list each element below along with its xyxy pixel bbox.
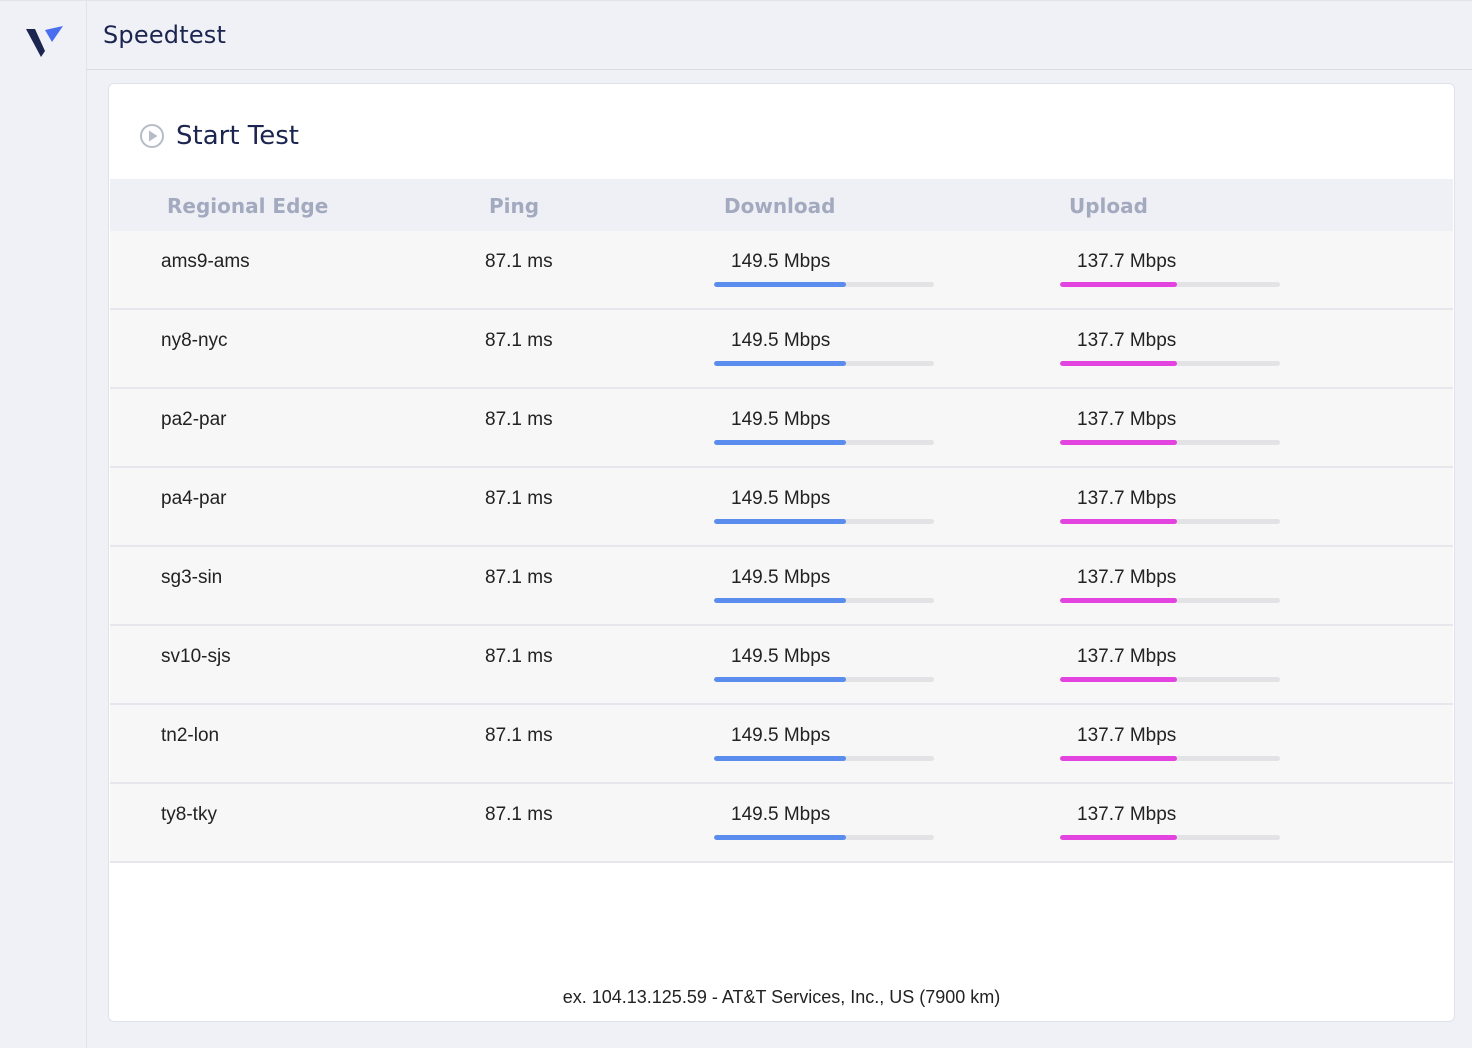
upload-progress-bar-fill bbox=[1060, 440, 1177, 445]
download-value: 149.5 Mbps bbox=[731, 488, 831, 509]
page-title: Speedtest bbox=[103, 21, 227, 49]
download-value: 149.5 Mbps bbox=[731, 330, 831, 351]
upload-progress-bar-fill bbox=[1060, 519, 1177, 524]
table-row: tn2-lon 87.1 ms 149.5 Mbps 137.7 Mbps bbox=[110, 705, 1453, 784]
upload-value: 137.7 Mbps bbox=[1077, 251, 1177, 272]
edge-name: pa2-par bbox=[161, 409, 227, 430]
top-bar: Speedtest bbox=[87, 0, 1472, 70]
upload-progress-bar bbox=[1060, 440, 1280, 445]
edge-name: sg3-sin bbox=[161, 567, 223, 588]
header-ping: Ping bbox=[489, 194, 540, 218]
download-progress-bar-fill bbox=[714, 361, 846, 366]
download-progress-bar-fill bbox=[714, 677, 846, 682]
upload-progress-bar-fill bbox=[1060, 361, 1177, 366]
download-value: 149.5 Mbps bbox=[731, 804, 831, 825]
start-test-button[interactable]: Start Test bbox=[139, 120, 299, 152]
download-value: 149.5 Mbps bbox=[731, 725, 831, 746]
ping-value: 87.1 ms bbox=[485, 488, 553, 509]
upload-progress-bar bbox=[1060, 756, 1280, 761]
upload-value: 137.7 Mbps bbox=[1077, 488, 1177, 509]
download-progress-bar bbox=[714, 677, 934, 682]
play-circle-icon bbox=[140, 124, 164, 148]
download-progress-bar bbox=[714, 361, 934, 366]
download-progress-bar bbox=[714, 282, 934, 287]
table-row: pa4-par 87.1 ms 149.5 Mbps 137.7 Mbps bbox=[110, 468, 1453, 547]
ping-value: 87.1 ms bbox=[485, 646, 553, 667]
edge-name: tn2-lon bbox=[161, 725, 220, 746]
table-row: ty8-tky 87.1 ms 149.5 Mbps 137.7 Mbps bbox=[110, 784, 1453, 863]
download-value: 149.5 Mbps bbox=[731, 646, 831, 667]
download-progress-bar bbox=[714, 440, 934, 445]
ping-value: 87.1 ms bbox=[485, 251, 553, 272]
speedtest-card: Start Test Regional Edge Ping Download U… bbox=[108, 83, 1455, 1022]
download-value: 149.5 Mbps bbox=[731, 251, 831, 272]
header-download: Download bbox=[724, 194, 836, 218]
table-row: sv10-sjs 87.1 ms 149.5 Mbps 137.7 Mbps bbox=[110, 626, 1453, 705]
download-progress-bar bbox=[714, 756, 934, 761]
header-upload: Upload bbox=[1069, 194, 1148, 218]
upload-progress-bar-fill bbox=[1060, 282, 1177, 287]
ping-value: 87.1 ms bbox=[485, 725, 553, 746]
upload-value: 137.7 Mbps bbox=[1077, 330, 1177, 351]
download-progress-bar-fill bbox=[714, 598, 846, 603]
download-value: 149.5 Mbps bbox=[731, 567, 831, 588]
edge-name: ny8-nyc bbox=[161, 330, 228, 351]
ping-value: 87.1 ms bbox=[485, 330, 553, 351]
download-value: 149.5 Mbps bbox=[731, 409, 831, 430]
download-progress-bar bbox=[714, 835, 934, 840]
table-header: Regional Edge Ping Download Upload bbox=[110, 179, 1453, 231]
download-progress-bar bbox=[714, 598, 934, 603]
app-root: Speedtest Start Test Regional Edge Ping … bbox=[0, 0, 1472, 1048]
download-progress-bar-fill bbox=[714, 440, 846, 445]
download-progress-bar bbox=[714, 519, 934, 524]
upload-value: 137.7 Mbps bbox=[1077, 409, 1177, 430]
upload-progress-bar bbox=[1060, 598, 1280, 603]
sidebar bbox=[0, 0, 87, 1048]
upload-progress-bar bbox=[1060, 361, 1280, 366]
edge-name: ty8-tky bbox=[161, 804, 217, 825]
upload-value: 137.7 Mbps bbox=[1077, 725, 1177, 746]
download-progress-bar-fill bbox=[714, 282, 846, 287]
table-row: sg3-sin 87.1 ms 149.5 Mbps 137.7 Mbps bbox=[110, 547, 1453, 626]
table-row: pa2-par 87.1 ms 149.5 Mbps 137.7 Mbps bbox=[110, 389, 1453, 468]
upload-progress-bar-fill bbox=[1060, 677, 1177, 682]
table-row: ams9-ams 87.1 ms 149.5 Mbps 137.7 Mbps bbox=[110, 231, 1453, 310]
ping-value: 87.1 ms bbox=[485, 567, 553, 588]
header-regional-edge: Regional Edge bbox=[167, 194, 329, 218]
upload-value: 137.7 Mbps bbox=[1077, 804, 1177, 825]
upload-progress-bar-fill bbox=[1060, 598, 1177, 603]
edge-name: sv10-sjs bbox=[161, 646, 231, 667]
upload-value: 137.7 Mbps bbox=[1077, 567, 1177, 588]
download-progress-bar-fill bbox=[714, 835, 846, 840]
edge-name: ams9-ams bbox=[161, 251, 250, 272]
download-progress-bar-fill bbox=[714, 519, 846, 524]
upload-progress-bar bbox=[1060, 677, 1280, 682]
download-progress-bar-fill bbox=[714, 756, 846, 761]
upload-value: 137.7 Mbps bbox=[1077, 646, 1177, 667]
upload-progress-bar-fill bbox=[1060, 835, 1177, 840]
upload-progress-bar bbox=[1060, 282, 1280, 287]
ping-value: 87.1 ms bbox=[485, 409, 553, 430]
table-row: ny8-nyc 87.1 ms 149.5 Mbps 137.7 Mbps bbox=[110, 310, 1453, 389]
upload-progress-bar bbox=[1060, 519, 1280, 524]
upload-progress-bar bbox=[1060, 835, 1280, 840]
start-test-label: Start Test bbox=[176, 121, 299, 151]
v-logo-icon[interactable] bbox=[26, 25, 64, 57]
upload-progress-bar-fill bbox=[1060, 756, 1177, 761]
ping-value: 87.1 ms bbox=[485, 804, 553, 825]
edge-name: pa4-par bbox=[161, 488, 227, 509]
connection-info: ex. 104.13.125.59 - AT&T Services, Inc.,… bbox=[562, 987, 1001, 1007]
results-table-body: ams9-ams 87.1 ms 149.5 Mbps 137.7 Mbps ny8-n… bbox=[110, 231, 1453, 863]
